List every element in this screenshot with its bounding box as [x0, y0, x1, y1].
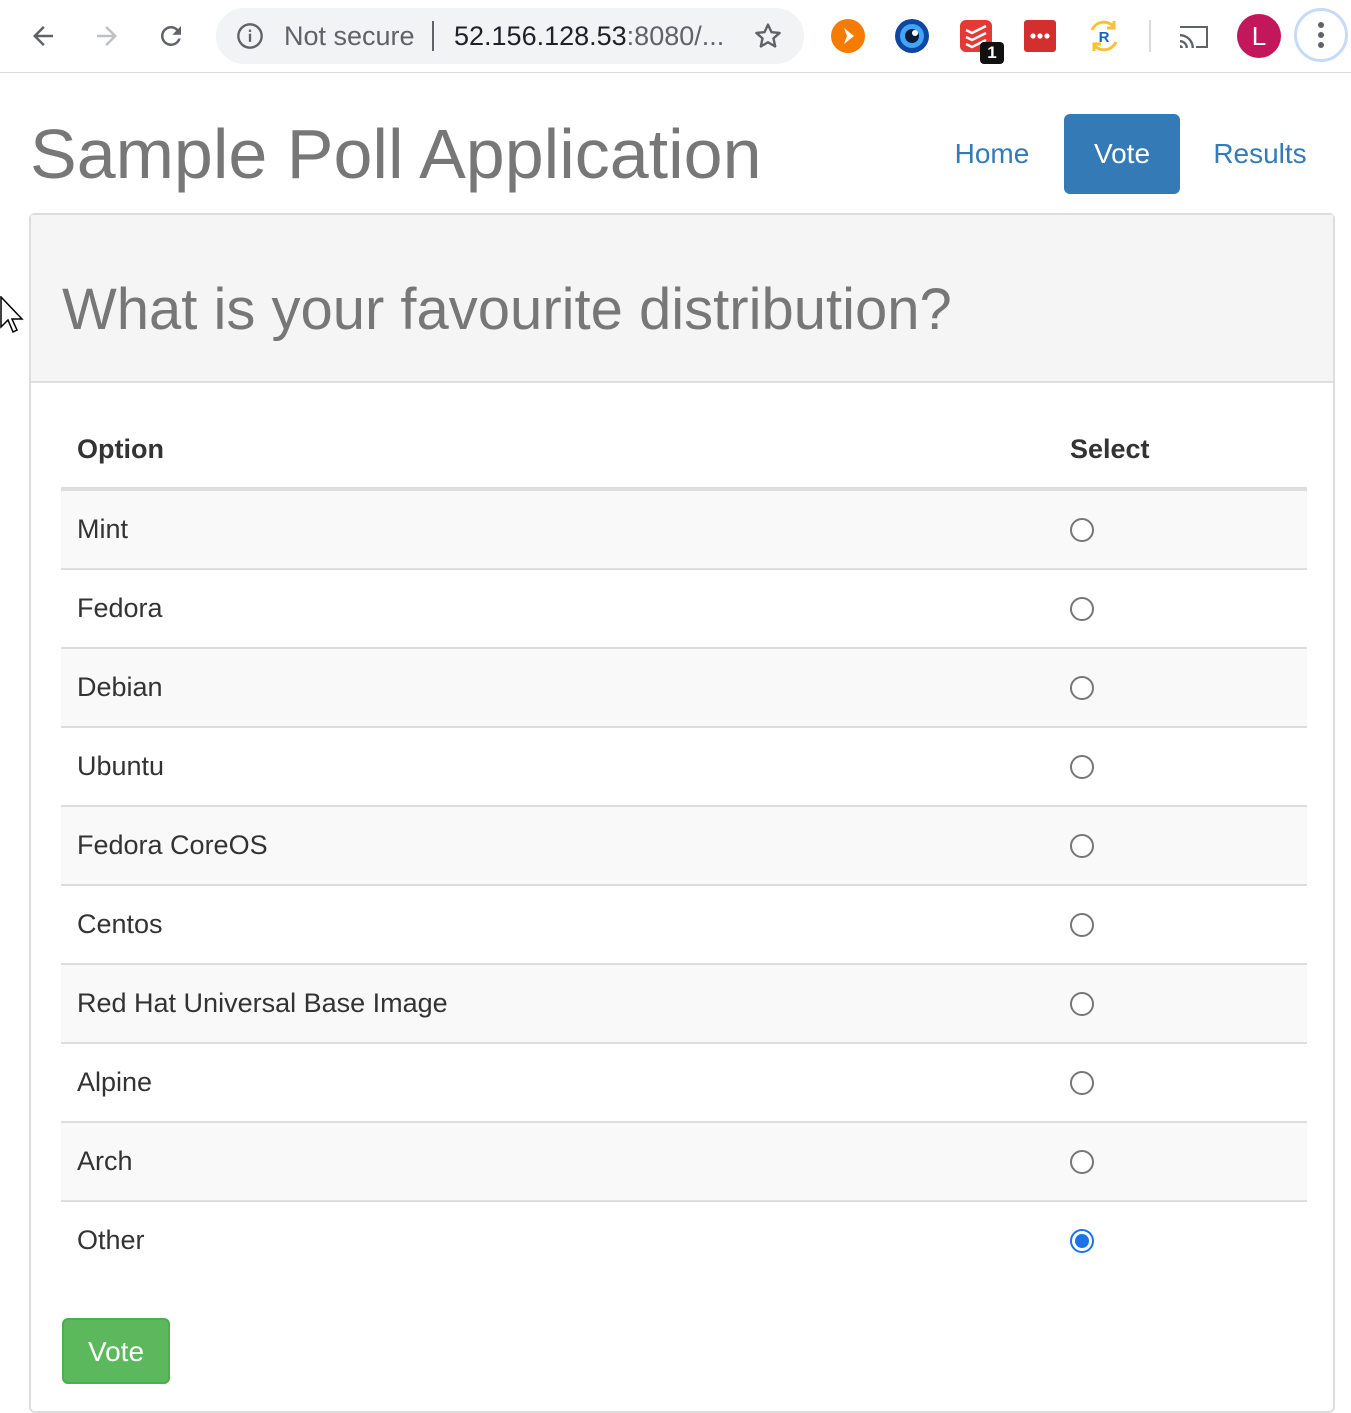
security-label: Not secure — [284, 21, 415, 51]
reload-button[interactable] — [149, 14, 193, 58]
option-radio[interactable] — [1070, 596, 1094, 621]
nav-vote-link[interactable]: Vote — [1064, 114, 1180, 194]
table-row[interactable]: Debian — [61, 648, 1307, 728]
option-radio[interactable] — [1070, 991, 1094, 1016]
option-select-cell — [1054, 806, 1307, 886]
mouse-cursor-icon — [0, 296, 24, 334]
page-title: Sample Poll Application — [30, 115, 762, 193]
profile-avatar[interactable]: L — [1237, 14, 1281, 58]
arrow-right-icon — [97, 26, 117, 46]
svg-text:R: R — [1099, 29, 1110, 46]
option-select-cell — [1054, 1201, 1307, 1279]
option-label: Red Hat Universal Base Image — [61, 964, 1054, 1044]
bookmark-star-icon[interactable] — [752, 20, 784, 52]
play-extension-icon[interactable] — [830, 18, 866, 54]
option-select-cell — [1054, 727, 1307, 807]
option-radio[interactable] — [1070, 675, 1094, 700]
option-label: Debian — [61, 648, 1054, 728]
forward-button[interactable] — [85, 14, 129, 58]
kebab-menu-icon — [1318, 22, 1324, 48]
option-select-cell — [1054, 1043, 1307, 1123]
select-column-header: Select — [1054, 411, 1307, 491]
table-row[interactable]: Fedora — [61, 569, 1307, 649]
option-label: Fedora CoreOS — [61, 806, 1054, 886]
url-host: 52.156.128.53 — [454, 21, 627, 51]
back-button[interactable] — [21, 14, 65, 58]
poll-options-table: Option Select Mint Fedora Debian Ubuntu Fedo… — [61, 411, 1307, 1279]
table-row[interactable]: Fedora CoreOS — [61, 806, 1307, 886]
option-radio[interactable] — [1070, 517, 1094, 542]
option-radio[interactable] — [1070, 754, 1094, 779]
table-row[interactable]: Arch — [61, 1122, 1307, 1202]
browser-toolbar: Not secure 52.156.128.53:8080/... 1 R L — [0, 0, 1351, 73]
reload-icon — [161, 26, 181, 46]
option-label: Mint — [61, 489, 1054, 570]
dots-extension-icon[interactable] — [1022, 18, 1058, 54]
omnibox-separator — [432, 21, 434, 51]
table-row[interactable]: Centos — [61, 885, 1307, 965]
option-label: Ubuntu — [61, 727, 1054, 807]
option-radio[interactable] — [1070, 833, 1094, 858]
eye-extension-icon[interactable] — [894, 18, 930, 54]
info-icon[interactable] — [236, 22, 264, 50]
option-radio[interactable] — [1070, 1149, 1094, 1174]
poll-question: What is your favourite distribution? — [62, 277, 952, 342]
vote-submit-button[interactable]: Vote — [62, 1318, 170, 1384]
address-bar[interactable]: Not secure 52.156.128.53:8080/... — [216, 8, 804, 64]
poll-panel-heading: What is your favourite distribution? — [31, 215, 1333, 383]
option-select-cell — [1054, 648, 1307, 728]
option-select-cell — [1054, 885, 1307, 965]
option-select-cell — [1054, 489, 1307, 570]
option-label: Other — [77, 1225, 145, 1255]
url-text[interactable]: 52.156.128.53:8080/... — [454, 22, 724, 50]
table-row[interactable]: Mint — [61, 489, 1307, 570]
option-column-header: Option — [61, 411, 1054, 491]
nav-home-link[interactable]: Home — [938, 114, 1046, 194]
option-radio[interactable] — [1070, 912, 1094, 937]
toolbar-divider — [1149, 20, 1151, 52]
extension-badge: 1 — [980, 42, 1004, 64]
refresh-r-extension-icon[interactable]: R — [1086, 18, 1122, 54]
poll-panel: What is your favourite distribution? Opt… — [29, 213, 1335, 1413]
table-row[interactable]: Other — [61, 1201, 1307, 1279]
table-row[interactable]: Red Hat Universal Base Image — [61, 964, 1307, 1044]
poll-options-body: Mint Fedora Debian Ubuntu Fedora CoreOS Cento… — [61, 489, 1307, 1279]
option-select-cell — [1054, 964, 1307, 1044]
option-radio[interactable] — [1070, 1228, 1094, 1253]
nav-results-link[interactable]: Results — [1198, 114, 1322, 194]
option-label: Fedora — [61, 569, 1054, 649]
option-label: Alpine — [61, 1043, 1054, 1123]
option-label: Arch — [61, 1122, 1054, 1202]
option-select-cell — [1054, 1122, 1307, 1202]
option-select-cell — [1054, 569, 1307, 649]
option-radio[interactable] — [1070, 1070, 1094, 1095]
table-header-row: Option Select — [61, 411, 1307, 491]
cast-icon[interactable] — [1176, 18, 1212, 54]
url-path: :8080/... — [626, 21, 725, 51]
browser-menu-button[interactable] — [1294, 8, 1348, 62]
arrow-left-icon — [33, 26, 53, 46]
option-label: Centos — [61, 885, 1054, 965]
table-row[interactable]: Ubuntu — [61, 727, 1307, 807]
table-row[interactable]: Alpine — [61, 1043, 1307, 1123]
